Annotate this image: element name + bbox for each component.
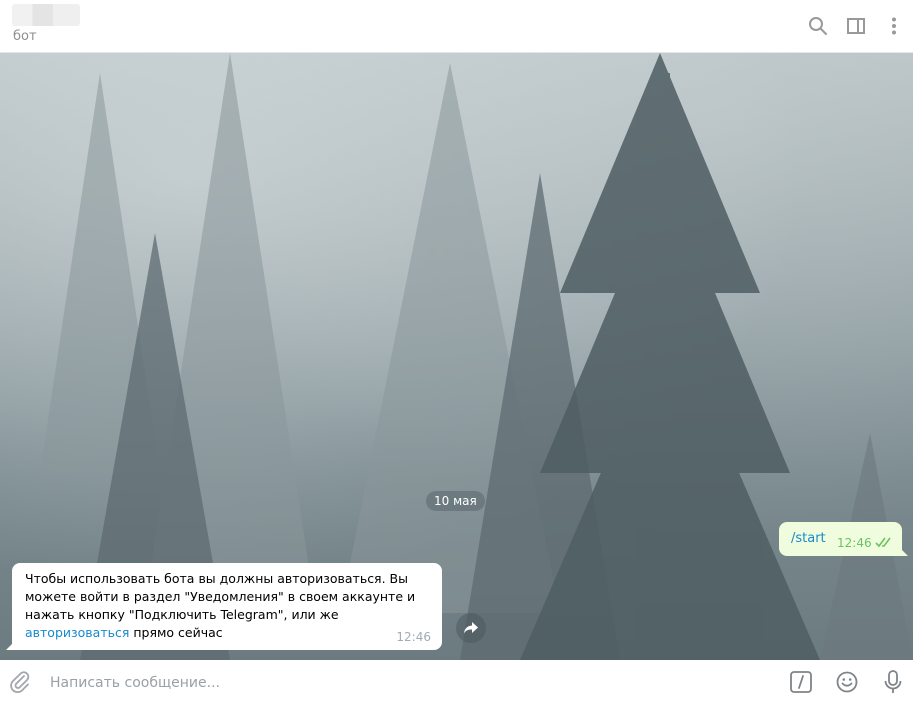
incoming-message-time: 12:46 [396, 630, 431, 644]
bot-command-icon [790, 671, 812, 693]
chat-status: бот [13, 29, 37, 44]
voice-message-button[interactable] [881, 670, 905, 694]
sidebar-toggle-button[interactable] [844, 14, 868, 38]
attach-button[interactable] [8, 670, 32, 694]
incoming-message-text: Чтобы использовать бота вы должны автори… [25, 570, 430, 642]
double-check-icon [875, 537, 891, 548]
more-menu-button[interactable] [882, 14, 906, 38]
message-list[interactable]: 10 мая /start 12:46 Чтобы использовать б… [0, 53, 913, 660]
more-vertical-icon [892, 17, 896, 35]
authorize-link[interactable]: авторизоваться [25, 625, 129, 640]
paperclip-icon [10, 671, 30, 693]
incoming-text-part: прямо сейчас [129, 625, 223, 640]
chat-header: бот [0, 0, 913, 53]
outgoing-message-text[interactable]: /start [791, 531, 826, 546]
incoming-text-part: Чтобы использовать бота вы должны автори… [25, 571, 416, 622]
bot-command-button[interactable] [789, 670, 813, 694]
emoji-button[interactable] [835, 670, 859, 694]
date-separator: 10 мая [426, 491, 485, 511]
search-icon [809, 17, 827, 35]
search-button[interactable] [806, 14, 830, 38]
emoji-icon [836, 671, 858, 693]
message-input[interactable] [48, 670, 752, 696]
sidebar-toggle-icon [847, 18, 865, 34]
forward-button[interactable] [456, 613, 486, 643]
outgoing-message[interactable]: /start 12:46 [779, 522, 908, 556]
microphone-icon [884, 670, 902, 693]
chat-title-redacted[interactable] [12, 4, 80, 26]
telegram-window: бот 10 мая /start 12:46 Чтобы использова… [0, 0, 913, 704]
incoming-message[interactable]: Чтобы использовать бота вы должны автори… [6, 563, 442, 650]
outgoing-message-time: 12:46 [837, 536, 872, 550]
message-composer [0, 660, 913, 704]
forward-arrow-icon [464, 622, 478, 634]
